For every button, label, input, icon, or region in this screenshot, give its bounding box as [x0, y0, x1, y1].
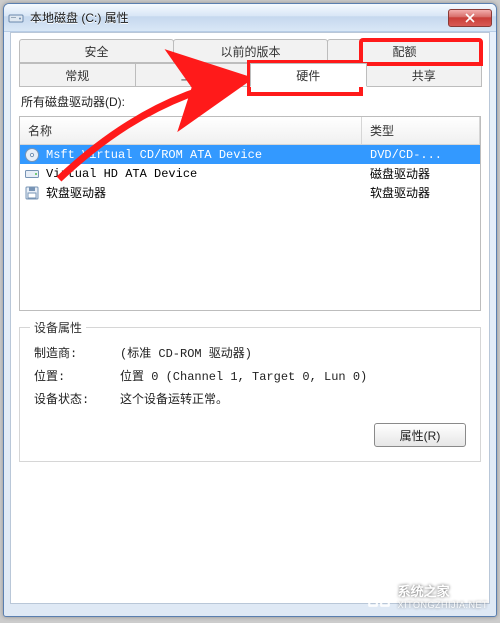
- manufacturer-value: (标准 CD-ROM 驱动器): [120, 344, 252, 361]
- device-properties-group: 设备属性 制造商:(标准 CD-ROM 驱动器) 位置:位置 0 (Channe…: [19, 327, 481, 462]
- tab-sharing[interactable]: 共享: [366, 63, 483, 87]
- close-icon: [465, 13, 475, 23]
- location-label: 位置:: [34, 367, 120, 384]
- list-item[interactable]: Msft Virtual CD/ROM ATA Device DVD/CD-..…: [20, 145, 480, 164]
- status-value: 这个设备运转正常。: [120, 390, 228, 407]
- tab-quota[interactable]: 配额: [327, 39, 482, 63]
- drive-icon: [8, 10, 24, 26]
- cdrom-icon: [24, 147, 40, 163]
- manufacturer-label: 制造商:: [34, 344, 120, 361]
- list-header[interactable]: 名称 类型: [20, 117, 480, 145]
- drive-list[interactable]: 名称 类型 Msft Virtual CD/ROM ATA Device DVD…: [19, 116, 481, 311]
- tab-general[interactable]: 常规: [19, 63, 136, 87]
- tab-security[interactable]: 安全: [19, 39, 174, 63]
- tab-hardware[interactable]: 硬件: [250, 63, 367, 87]
- window-title: 本地磁盘 (C:) 属性: [30, 9, 448, 26]
- hdd-icon: [24, 166, 40, 182]
- tab-tools[interactable]: 工具: [135, 63, 252, 87]
- tab-previous-versions[interactable]: 以前的版本: [173, 39, 328, 63]
- floppy-icon: [24, 185, 40, 201]
- status-label: 设备状态:: [34, 390, 120, 407]
- close-button[interactable]: [448, 9, 492, 27]
- list-item[interactable]: Virtual HD ATA Device 磁盘驱动器: [20, 164, 480, 183]
- titlebar[interactable]: 本地磁盘 (C:) 属性: [4, 4, 496, 32]
- tab-container: 安全 以前的版本 配额 常规 工具 硬件 共享: [19, 39, 481, 87]
- watermark: 系统之家 XITONGZHIJIA.NET: [366, 581, 488, 610]
- client-area: 安全 以前的版本 配额 常规 工具 硬件 共享 所有磁盘驱动器(D): 名称 类…: [10, 32, 490, 604]
- location-value: 位置 0 (Channel 1, Target 0, Lun 0): [120, 367, 367, 384]
- list-body[interactable]: Msft Virtual CD/ROM ATA Device DVD/CD-..…: [20, 145, 480, 310]
- properties-dialog: 本地磁盘 (C:) 属性 安全 以前的版本 配额 常规 工具 硬件 共享 所有磁…: [3, 3, 497, 617]
- drive-list-label: 所有磁盘驱动器(D):: [21, 93, 481, 110]
- properties-button[interactable]: 属性(R): [374, 423, 466, 447]
- list-item[interactable]: 软盘驱动器 软盘驱动器: [20, 183, 480, 202]
- col-header-type[interactable]: 类型: [362, 117, 480, 144]
- col-header-name[interactable]: 名称: [20, 117, 362, 144]
- watermark-icon: [366, 583, 392, 609]
- group-legend: 设备属性: [30, 319, 86, 336]
